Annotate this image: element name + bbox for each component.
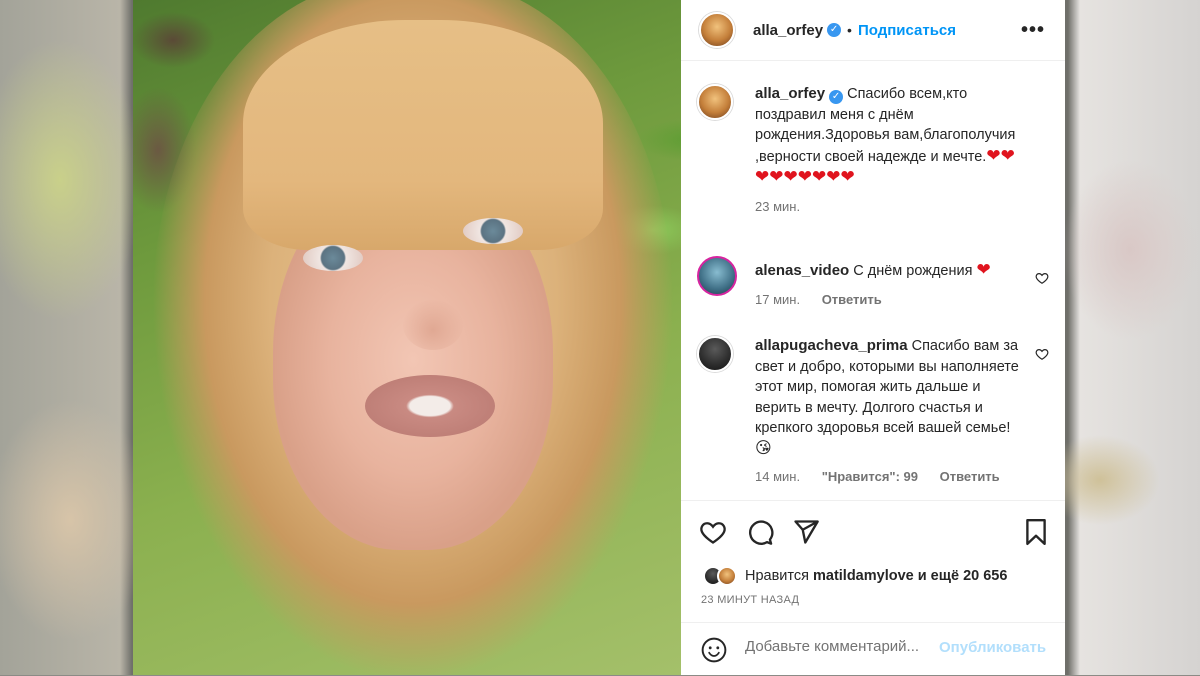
liker-username[interactable]: matildamylove xyxy=(813,568,914,584)
comment-time: 17 мин. xyxy=(755,291,801,307)
likes-prefix: Нравится xyxy=(745,568,809,584)
likes-count[interactable]: и ещё 20 656 xyxy=(918,568,1008,584)
comment-meta: 14 мин. "Нравится": 99 Ответить xyxy=(755,467,1025,488)
heart-emoji: ❤ xyxy=(976,260,991,279)
action-bar xyxy=(681,500,1065,561)
caption-meta: 23 мин. xyxy=(755,197,1025,218)
like-icon[interactable] xyxy=(699,518,727,546)
follow-button[interactable]: Подписаться xyxy=(858,22,956,39)
photo-eye-right xyxy=(463,218,523,244)
comment-username[interactable]: alenas_video xyxy=(755,262,849,279)
comment-icon[interactable] xyxy=(746,518,774,546)
publish-button[interactable]: Опубликовать xyxy=(939,639,1046,656)
comment-box: Опубликовать xyxy=(681,622,1065,676)
caption-entry: alla_orfey ✓ Спасибо всем,кто поздравил … xyxy=(697,84,1057,217)
comment-input[interactable] xyxy=(745,638,935,655)
separator-dot: • xyxy=(847,22,852,38)
post-header: alla_orfey ✓ • Подписаться ••• xyxy=(681,0,1065,61)
emoji-icon[interactable] xyxy=(701,637,727,663)
caption-time: 23 мин. xyxy=(755,198,801,214)
commenter-avatar[interactable] xyxy=(697,336,733,372)
verified-icon: ✓ xyxy=(829,90,844,104)
caption-username[interactable]: alla_orfey xyxy=(755,85,825,102)
liker-avatar[interactable] xyxy=(717,566,737,586)
commenter-avatar[interactable] xyxy=(697,256,737,296)
comment-like-icon[interactable] xyxy=(1035,271,1049,285)
post-photo[interactable] xyxy=(133,0,681,675)
comment-meta: 17 мин. Ответить xyxy=(755,290,1015,311)
author-avatar[interactable] xyxy=(699,12,735,48)
photo-eye-left xyxy=(303,245,363,271)
comment-item: alenas_video С днём рождения ❤ 17 мин. О… xyxy=(697,256,1057,310)
post-panel: alla_orfey ✓ • Подписаться ••• alla_orfe… xyxy=(681,0,1065,675)
author-username[interactable]: alla_orfey xyxy=(753,22,823,39)
comment-username[interactable]: allapugacheva_prima xyxy=(755,337,908,354)
comment-item: allapugacheva_prima Спасибо вам за свет … xyxy=(697,336,1057,488)
kiss-emoji: 😘 xyxy=(755,439,772,457)
likes-summary: Нравится matildamylove и ещё 20 656 xyxy=(703,566,1007,586)
comment-like-icon[interactable] xyxy=(1035,347,1049,361)
photo-bangs xyxy=(243,20,603,250)
comment-text: С днём рождения xyxy=(853,263,973,279)
reply-button[interactable]: Ответить xyxy=(940,469,1000,484)
comment-time: 14 мин. xyxy=(755,469,801,484)
reply-button[interactable]: Ответить xyxy=(822,292,882,307)
share-icon[interactable] xyxy=(792,518,820,546)
photo-nose xyxy=(403,300,463,350)
comment-likes-count[interactable]: "Нравится": 99 xyxy=(822,469,918,484)
caption-avatar[interactable] xyxy=(697,84,733,120)
verified-icon: ✓ xyxy=(827,23,842,37)
post-timestamp[interactable]: 23 МИНУТ НАЗАД xyxy=(701,594,799,606)
bookmark-icon[interactable] xyxy=(1023,518,1049,546)
more-options-icon[interactable]: ••• xyxy=(1021,20,1045,40)
photo-mouth xyxy=(365,375,495,437)
